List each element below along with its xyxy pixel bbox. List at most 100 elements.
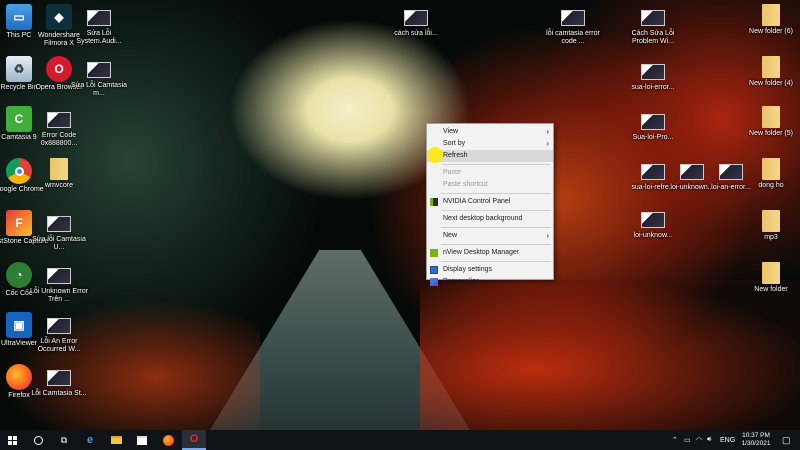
folder-icon <box>762 56 780 78</box>
desktop-icon-label: Sua-loi-Pro... <box>632 134 674 141</box>
desktop-icon-loi-an-error[interactable]: Lỗi An Error Occurred W... <box>27 312 91 354</box>
desktop-wallpaper[interactable]: ▭ This PC ♻ Recycle Bin C Camtasia 9 Goo… <box>0 0 800 430</box>
clock-time: 10:37 PM <box>742 432 770 439</box>
task-view-button[interactable]: ⧉ <box>52 430 76 450</box>
desktop-icon-new-folder-5[interactable]: New folder (5) <box>739 106 800 138</box>
firefox-icon <box>162 434 174 446</box>
volume-icon: 🔊︎ <box>707 436 712 443</box>
chevron-up-icon: ⌃ <box>672 437 678 444</box>
taskbar-edge[interactable]: e <box>78 430 102 450</box>
cursor-highlight-icon <box>427 147 443 163</box>
menu-item-next-background[interactable]: Next desktop background <box>427 213 553 225</box>
thumbnail-icon <box>47 216 71 232</box>
notification-icon: ▢ <box>782 434 791 445</box>
thumbnail-icon <box>641 64 665 80</box>
menu-item-label: Next desktop background <box>443 215 523 222</box>
show-hidden-icons-button[interactable]: ⌃ <box>672 430 678 450</box>
search-button[interactable] <box>26 430 50 450</box>
menu-item-sort-by[interactable]: Sort by › <box>427 138 553 150</box>
language-indicator[interactable]: ENG <box>720 430 735 450</box>
desktop-icon-new-folder[interactable]: New folder <box>739 262 800 294</box>
desktop-icon-new-folder-6[interactable]: New folder (6) <box>739 4 800 36</box>
wifi-icon: ◠ <box>696 437 703 444</box>
desktop-icon-label: New folder (6) <box>749 28 793 35</box>
taskbar-opera[interactable]: O <box>182 430 206 450</box>
menu-item-label: View <box>443 128 459 135</box>
desktop-icon-loi-unknown[interactable]: Lỗi Unknown Error Trên ... <box>27 262 91 304</box>
menu-item-nview[interactable]: nView Desktop Manager <box>427 247 553 259</box>
menu-separator <box>441 193 551 194</box>
file-explorer-icon <box>110 436 122 444</box>
desktop-icon-sua-loi-camtasia[interactable]: Sửa lỗi Camtasia U... <box>27 210 91 252</box>
desktop-icon-sua-loi-error[interactable]: sua-loi-error... <box>621 58 685 92</box>
desktop-icon-wmvcore[interactable]: wmvcore <box>27 158 91 190</box>
cortana-circle-icon <box>33 435 43 445</box>
menu-item-personalize[interactable]: Personalize <box>427 276 553 288</box>
desktop-icon-label: Lỗi An Error Occurred W... <box>37 338 81 353</box>
wallpaper-leaves-right <box>420 280 800 430</box>
desktop-icon-label: Cách Sửa Lỗi Problem Wi... <box>631 30 675 45</box>
desktop-context-menu: View › Sort by › Refresh Paste Paste sho… <box>426 123 554 286</box>
menu-separator <box>441 261 551 262</box>
taskbar-store[interactable] <box>130 430 154 450</box>
taskbar: ⧉ e O ⌃ ▭ ◠ 🔊︎ ENG 10:37 PM 1/30/2021 ▢ <box>0 430 800 450</box>
menu-item-refresh[interactable]: Refresh <box>427 147 553 163</box>
opera-icon: O <box>189 433 199 445</box>
start-button[interactable] <box>0 430 24 450</box>
desktop-icon-loi-unknow[interactable]: loi-unknow... <box>621 206 685 240</box>
desktop-icon-label: mp3 <box>764 234 778 241</box>
nview-icon <box>430 249 438 257</box>
desktop-icon-mp3[interactable]: mp3 <box>739 210 800 242</box>
menu-item-label: Paste shortcut <box>443 181 488 188</box>
desktop-icon-cach-sua-loi-problem[interactable]: Cách Sửa Lỗi Problem Wi... <box>621 4 685 46</box>
desktop-icon-label: Lỗi Unknown Error Trên ... <box>30 288 88 303</box>
desktop-icon-new-folder-4[interactable]: New folder (4) <box>739 56 800 88</box>
desktop-icon-label: New folder (4) <box>749 80 793 87</box>
desktop-icon-loi-camtasia-error-code[interactable]: lỗi camtasia error code ... <box>541 4 605 46</box>
clock[interactable]: 10:37 PM 1/30/2021 <box>736 432 776 448</box>
desktop-icon-sua-loi-system-audio[interactable]: Sửa Lỗi System.Audi... <box>67 4 131 46</box>
menu-item-paste-shortcut[interactable]: Paste shortcut <box>427 179 553 191</box>
tray-volume[interactable]: 🔊︎ <box>707 430 711 450</box>
menu-item-nvidia[interactable]: NVIDIA Control Panel <box>427 196 553 208</box>
desktop-icon-label: New folder <box>754 286 788 293</box>
menu-separator <box>441 210 551 211</box>
windows-logo-icon <box>7 435 17 445</box>
menu-separator <box>441 227 551 228</box>
menu-item-label: NVIDIA Control Panel <box>443 198 511 205</box>
desktop-icon-loi-camtasia-st[interactable]: Lỗi Camtasia St... <box>27 364 91 398</box>
nvidia-icon <box>430 198 438 206</box>
taskbar-file-explorer[interactable] <box>104 430 128 450</box>
menu-item-display-settings[interactable]: Display settings <box>427 264 553 276</box>
tray-wifi[interactable]: ◠ <box>696 430 702 450</box>
menu-item-label: Refresh <box>443 152 468 159</box>
thumbnail-icon <box>47 370 71 386</box>
menu-item-view[interactable]: View › <box>427 126 553 138</box>
action-center-button[interactable]: ▢ <box>782 430 791 450</box>
clock-date: 1/30/2021 <box>741 440 771 447</box>
desktop-icon-sua-loi-camtasia-m[interactable]: Sửa Lỗi Camtasia m... <box>67 56 131 98</box>
menu-item-new[interactable]: New › <box>427 230 553 242</box>
desktop-icon-label: Lỗi Camtasia St... <box>31 390 87 397</box>
desktop-icon-label: wmvcore <box>44 182 73 189</box>
language-label: ENG <box>720 436 736 444</box>
desktop-icon-sua-loi-pro[interactable]: Sua-loi-Pro... <box>621 108 685 142</box>
task-view-icon: ⧉ <box>60 434 68 445</box>
network-icon: ▭ <box>684 437 691 444</box>
desktop-icon-cach-sua-loi[interactable]: cách sửa lỗi... <box>384 4 448 38</box>
desktop-icon-dong-ho[interactable]: dong ho <box>739 158 800 190</box>
tray-network[interactable]: ▭ <box>684 430 691 450</box>
menu-item-label: New <box>443 232 458 239</box>
menu-separator <box>441 244 551 245</box>
menu-item-label: Display settings <box>443 266 493 273</box>
desktop-icon-error-code[interactable]: Error Code 0x888800... <box>27 106 91 148</box>
folder-icon <box>762 106 780 128</box>
menu-item-paste[interactable]: Paste <box>427 167 553 179</box>
thumbnail-icon <box>87 10 111 26</box>
personalize-icon <box>430 278 438 286</box>
edge-icon: e <box>86 434 94 446</box>
taskbar-firefox[interactable] <box>156 430 180 450</box>
folder-icon <box>762 210 780 232</box>
desktop-icon-label: cách sửa lỗi... <box>394 30 438 37</box>
desktop-icon-label: Sửa Lỗi Camtasia m... <box>70 82 128 97</box>
